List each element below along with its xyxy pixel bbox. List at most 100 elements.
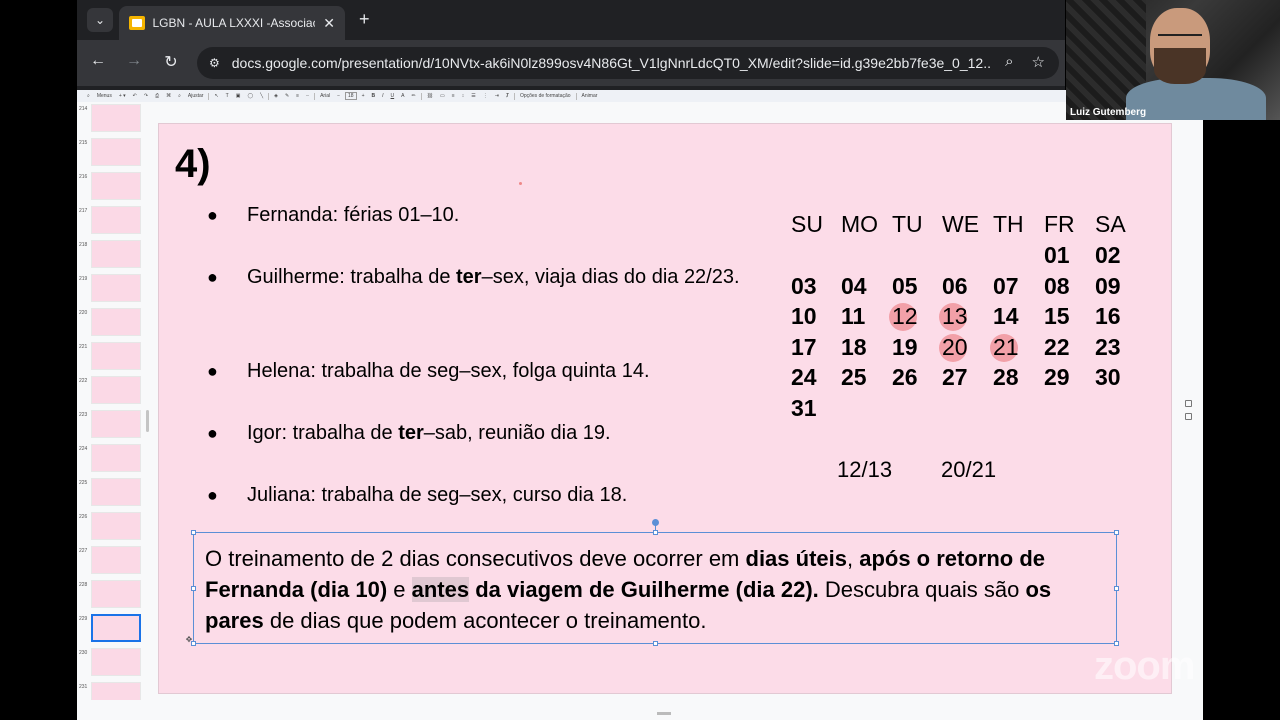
font-size-decrease[interactable]: −: [335, 93, 342, 99]
thumbnail-content: [98, 553, 134, 567]
tab-search-button[interactable]: ⌄: [87, 8, 113, 32]
slide-thumbnail[interactable]: [91, 376, 141, 404]
filmstrip-slide[interactable]: 221: [77, 342, 147, 372]
slide-thumbnail[interactable]: [91, 410, 141, 438]
border-dash-icon[interactable]: ┄: [304, 93, 311, 99]
new-slide-icon[interactable]: + ▾: [117, 93, 128, 99]
rotate-handle[interactable]: [652, 519, 659, 526]
filmstrip-slide[interactable]: 217: [77, 206, 147, 236]
filmstrip-slide[interactable]: 224: [77, 444, 147, 474]
filmstrip-slide[interactable]: 228: [77, 580, 147, 610]
back-button[interactable]: ←: [87, 52, 109, 70]
resize-handle-nw[interactable]: [191, 530, 196, 535]
zoom-icon[interactable]: ⌕: [176, 93, 183, 99]
problem-text[interactable]: O treinamento de 2 dias consecutivos dev…: [205, 543, 1110, 636]
resize-handle-s[interactable]: [653, 641, 658, 646]
text-box-icon[interactable]: T: [224, 93, 231, 99]
line-icon[interactable]: ╲: [258, 93, 265, 99]
font-size-input[interactable]: 18: [345, 92, 357, 100]
border-weight-icon[interactable]: ≡: [294, 93, 301, 99]
slide-thumbnail[interactable]: [91, 274, 141, 302]
zoom-icon[interactable]: ⌕: [1005, 53, 1013, 71]
slide-thumbnail[interactable]: [91, 308, 141, 336]
slide-thumbnail[interactable]: [91, 512, 141, 540]
slide-thumbnail[interactable]: [91, 614, 141, 642]
font-size-increase[interactable]: +: [360, 93, 367, 99]
filmstrip-slide[interactable]: 220: [77, 308, 147, 338]
filmstrip-slide[interactable]: 226: [77, 512, 147, 542]
bold-icon[interactable]: B: [370, 93, 378, 99]
site-info-icon[interactable]: ⚙: [209, 56, 220, 70]
highlight-icon[interactable]: ✏: [409, 93, 417, 99]
reload-button[interactable]: ↻: [160, 52, 182, 72]
underline-icon[interactable]: U: [389, 93, 397, 99]
image-icon[interactable]: ▣: [234, 93, 243, 99]
slide-thumbnail[interactable]: [91, 444, 141, 472]
format-options-button[interactable]: Opções de formatação: [518, 93, 573, 99]
animate-button[interactable]: Animar: [580, 93, 600, 99]
fit-dropdown[interactable]: Ajustar: [186, 93, 206, 99]
select-icon[interactable]: ↖: [212, 93, 220, 99]
menus-button[interactable]: Menus: [95, 93, 114, 99]
font-dropdown[interactable]: Arial: [318, 93, 332, 99]
slide-thumbnail[interactable]: [91, 172, 141, 200]
resize-handle-w[interactable]: [191, 586, 196, 591]
slide-thumbnail[interactable]: [91, 580, 141, 608]
line-spacing-icon[interactable]: ↕: [460, 93, 467, 99]
slide-thumbnail[interactable]: [91, 240, 141, 268]
slide-thumbnail[interactable]: [91, 206, 141, 234]
align-icon[interactable]: ≡: [450, 93, 457, 99]
filmstrip-slide[interactable]: 223: [77, 410, 147, 440]
forward-button[interactable]: →: [123, 52, 145, 70]
fill-color-icon[interactable]: ◈: [272, 93, 280, 99]
slide-thumbnail[interactable]: [91, 104, 141, 132]
resize-handle-n[interactable]: [653, 530, 658, 535]
comment-icon[interactable]: ▭: [438, 93, 447, 99]
filmstrip-slide[interactable]: 215: [77, 138, 147, 168]
slide-thumbnail[interactable]: [91, 648, 141, 676]
search-menus-icon[interactable]: ⌕: [85, 93, 92, 99]
slide-thumbnail[interactable]: [91, 478, 141, 506]
filmstrip-slide[interactable]: 225: [77, 478, 147, 508]
calendar-day: 24: [791, 362, 839, 392]
border-color-icon[interactable]: ✎: [283, 93, 291, 99]
filmstrip-slide[interactable]: 222: [77, 376, 147, 406]
address-bar[interactable]: ⚙ docs.google.com/presentation/d/10NVtx-…: [197, 47, 1059, 79]
horizontal-scrollbar[interactable]: [657, 712, 671, 715]
filmstrip-slide[interactable]: 230: [77, 648, 147, 678]
clear-format-icon[interactable]: Ⱦ: [504, 93, 511, 99]
filmstrip-slide[interactable]: 229: [77, 614, 147, 644]
resize-handle-e[interactable]: [1114, 586, 1119, 591]
panel-icon[interactable]: [1185, 413, 1192, 420]
slide-thumbnail[interactable]: [91, 546, 141, 574]
numbered-list-icon[interactable]: ⋮: [481, 93, 490, 99]
filmstrip-slide[interactable]: 219: [77, 274, 147, 304]
text-color-icon[interactable]: A: [399, 93, 406, 99]
italic-icon[interactable]: I: [380, 93, 385, 99]
close-tab-icon[interactable]: ✕: [323, 15, 335, 32]
filmstrip-slide[interactable]: 214: [77, 104, 147, 134]
filmstrip-slide[interactable]: 216: [77, 172, 147, 202]
filmstrip-slide[interactable]: 218: [77, 240, 147, 270]
redo-icon[interactable]: ↷: [142, 93, 150, 99]
filmstrip-slide[interactable]: 227: [77, 546, 147, 576]
indent-icon[interactable]: ⇥: [493, 93, 501, 99]
undo-icon[interactable]: ↶: [131, 93, 139, 99]
slide-thumbnail[interactable]: [91, 138, 141, 166]
resize-handle-ne[interactable]: [1114, 530, 1119, 535]
link-icon[interactable]: ⛓: [425, 93, 435, 99]
new-tab-button[interactable]: +: [359, 9, 370, 30]
shape-icon[interactable]: ◯: [245, 93, 255, 99]
bulleted-list-icon[interactable]: ☰: [469, 93, 477, 99]
filmstrip-scrollbar[interactable]: [146, 410, 149, 432]
print-icon[interactable]: ⎙: [153, 93, 161, 99]
problem-statement-textbox[interactable]: ✥ O treinamento de 2 dias consecutivos d…: [186, 519, 1119, 646]
url-text[interactable]: docs.google.com/presentation/d/10NVtx-ak…: [232, 55, 992, 71]
slide-canvas[interactable]: 4) ● Fernanda: férias 01–10. ● Guilherme…: [158, 123, 1172, 694]
notes-icon[interactable]: [1185, 400, 1192, 407]
paint-format-icon[interactable]: ⌘: [164, 93, 173, 99]
move-icon[interactable]: ✥: [184, 635, 194, 645]
slide-thumbnail[interactable]: [91, 342, 141, 370]
bookmark-star-icon[interactable]: ☆: [1032, 53, 1045, 71]
browser-tab-active[interactable]: LGBN - AULA LXXXI -Associacao ✕: [119, 6, 345, 40]
